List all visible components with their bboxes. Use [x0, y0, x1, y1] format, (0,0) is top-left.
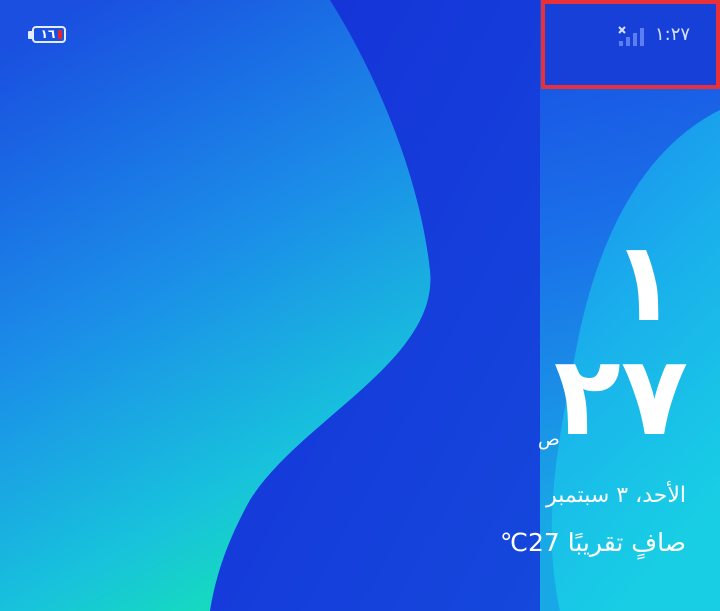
clock-minute: ٢٧ [553, 332, 688, 460]
weather-text: صافٍ تقريبًا ‎27℃ [499, 528, 686, 557]
status-time: ١:٢٧ [655, 24, 691, 45]
date-text: الأحد، ٣ سبتمبر [546, 483, 686, 508]
clock-hour: ١ [610, 218, 678, 346]
battery-level-indicator [58, 30, 62, 39]
battery-percentage: ١٦ [40, 27, 56, 41]
status-bar: ١٦ ١:٢٧ [0, 0, 720, 90]
battery-icon: ١٦ [32, 26, 66, 43]
ampm-indicator: ص [538, 429, 560, 450]
signal-off-icon [618, 26, 644, 46]
